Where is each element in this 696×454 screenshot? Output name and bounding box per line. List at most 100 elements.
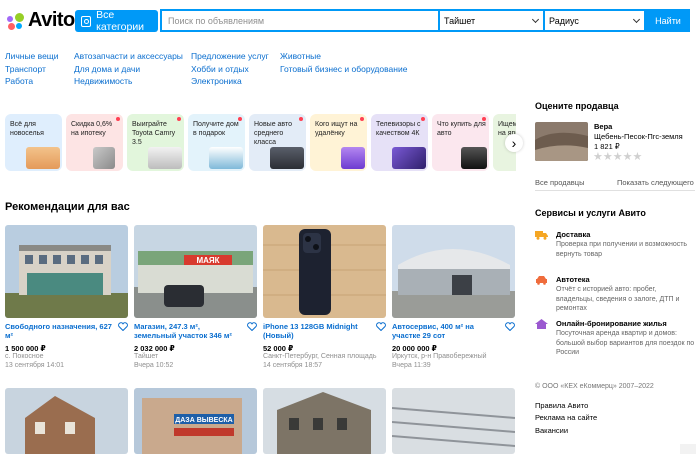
- service-description: Проверка при получении и возможность вер…: [556, 241, 688, 258]
- house-icon: [535, 319, 548, 329]
- tv-icon: [392, 147, 426, 169]
- chevron-right-icon[interactable]: ›: [505, 134, 523, 152]
- heart-icon[interactable]: [505, 322, 515, 331]
- listing-photo[interactable]: [392, 388, 515, 454]
- search-input[interactable]: [162, 11, 438, 30]
- story-card[interactable]: Кого ищут на удалёнку: [310, 114, 367, 171]
- story-card[interactable]: Телевизоры с качеством 4К: [371, 114, 428, 171]
- story-text: Новые авто среднего класса: [254, 121, 293, 146]
- new-dot-icon: [360, 117, 364, 121]
- footer-link-vacancies[interactable]: Вакансии: [535, 426, 568, 435]
- category-link-services[interactable]: Предложение услуг: [191, 50, 280, 63]
- new-dot-icon: [421, 117, 425, 121]
- footer-link-ads[interactable]: Реклама на сайте: [535, 413, 597, 422]
- category-link-electronics[interactable]: Электроника: [191, 75, 280, 88]
- story-card[interactable]: Что купить для авто: [432, 114, 489, 171]
- category-column-4: Животные Готовый бизнес и оборудование: [280, 50, 407, 88]
- heart-icon[interactable]: [247, 322, 257, 331]
- keys-icon: [93, 147, 115, 169]
- new-dot-icon: [299, 117, 303, 121]
- service-name: Онлайн-бронирование жилья: [556, 319, 667, 328]
- categories-icon: [81, 15, 92, 27]
- story-text: Кого ищут на удалёнку: [315, 121, 358, 137]
- category-link-work[interactable]: Работа: [5, 75, 74, 88]
- all-categories-button[interactable]: Все категории: [75, 9, 158, 33]
- story-card[interactable]: Получите дом в подарок: [188, 114, 245, 171]
- listing-photo[interactable]: [263, 388, 386, 454]
- footer-link-rules[interactable]: Правила Авито: [535, 401, 588, 410]
- shop-sign-text: МАЯК: [196, 256, 219, 265]
- find-button[interactable]: Найти: [646, 9, 690, 32]
- service-name: Автотека: [556, 275, 590, 284]
- listing-date: 13 сентября 14:01: [5, 362, 65, 369]
- logo-dots-icon: [6, 11, 26, 31]
- story-text: Получите дом в подарок: [193, 121, 239, 137]
- listing-location: Тайшет: [134, 353, 159, 360]
- service-description: Отчёт с историей авто: пробег, владельцы…: [556, 286, 680, 312]
- service-description: Посуточная аренда квартир и домов: больш…: [556, 330, 695, 356]
- listing-location: Иркутск, р-н Правобережный: [392, 353, 487, 360]
- chevron-down-icon: [531, 15, 540, 23]
- listing-date: 14 сентября 18:57: [263, 362, 323, 369]
- heart-icon[interactable]: [376, 322, 386, 331]
- city-select-value: Тайшет: [444, 15, 476, 26]
- story-text: Выиграйте Toyota Camry 3.5: [132, 121, 176, 146]
- all-categories-label: Все категории: [96, 9, 145, 33]
- avito-logo[interactable]: Avito: [6, 9, 75, 32]
- seller-item: Щебень-Песок-Пгс-земля: [594, 132, 683, 141]
- laptop-icon: [341, 147, 365, 169]
- category-column-3: Предложение услуг Хобби и отдых Электрон…: [191, 50, 280, 88]
- listing-photo[interactable]: [5, 225, 128, 318]
- listing-photo[interactable]: МАЯК: [134, 225, 257, 318]
- story-card[interactable]: Выиграйте Toyota Camry 3.5: [127, 114, 184, 171]
- story-text: Что купить для авто: [437, 121, 486, 137]
- delivery-truck-icon: [535, 231, 548, 240]
- search-bar: Тайшет Радиус: [160, 9, 646, 32]
- category-link-autoparts[interactable]: Автозапчасти и аксессуары: [74, 50, 191, 63]
- story-carousel: Всё для новоселья Скидка 0,6% на ипотеку…: [5, 114, 516, 171]
- seller-photo[interactable]: [535, 122, 588, 161]
- city-select[interactable]: Тайшет: [438, 11, 543, 30]
- listing-photo[interactable]: [263, 225, 386, 318]
- listing-title[interactable]: iPhone 13 128GB Midnight (Новый): [263, 322, 373, 340]
- listing-photo[interactable]: [392, 225, 515, 318]
- listing-title[interactable]: Автосервис, 400 м² на участке 29 сот: [392, 322, 502, 340]
- rating-stars-icon[interactable]: ★★★★★: [593, 150, 642, 163]
- all-sellers-link[interactable]: Все продавцы: [535, 178, 584, 187]
- car-icon: [536, 276, 547, 285]
- listing-title[interactable]: Свободного назначения, 627 м²: [5, 322, 115, 340]
- new-dot-icon: [116, 117, 120, 121]
- story-card[interactable]: Всё для новоселья: [5, 114, 62, 171]
- service-name: Доставка: [556, 230, 591, 239]
- chevron-down-icon: [632, 15, 641, 23]
- show-next-link[interactable]: Показать следующего: [617, 178, 694, 187]
- story-card[interactable]: Новые авто среднего класса: [249, 114, 306, 171]
- category-link-animals[interactable]: Животные: [280, 50, 407, 63]
- car-key-icon: [461, 147, 487, 169]
- listing-title[interactable]: Магазин, 247.3 м², земельный участок 346…: [134, 322, 244, 340]
- listing-price: 20 000 000 ₽: [392, 344, 437, 353]
- car-icon: [148, 147, 182, 169]
- listing-price: 52 000 ₽: [263, 344, 294, 353]
- story-card[interactable]: Скидка 0,6% на ипотеку: [66, 114, 123, 171]
- heart-icon[interactable]: [118, 322, 128, 331]
- new-dot-icon: [482, 117, 486, 121]
- seller-name[interactable]: Вера: [594, 122, 612, 131]
- listing-photo[interactable]: ДАЗА ВЫВЕСКА: [134, 388, 257, 454]
- category-link-personal[interactable]: Личные вещи: [5, 50, 74, 63]
- category-link-home[interactable]: Для дома и дачи: [74, 63, 191, 76]
- radius-select[interactable]: Радиус: [543, 11, 644, 30]
- floating-button[interactable]: [680, 444, 696, 454]
- divider: [535, 190, 695, 191]
- second-row-sign-text: ДАЗА ВЫВЕСКА: [175, 417, 232, 424]
- listing-date: Вчера 10:52: [134, 362, 174, 369]
- category-link-business[interactable]: Готовый бизнес и оборудование: [280, 63, 407, 76]
- listing-photo[interactable]: [5, 388, 128, 454]
- category-link-hobby[interactable]: Хобби и отдых: [191, 63, 280, 76]
- car-icon: [270, 147, 304, 169]
- category-link-transport[interactable]: Транспорт: [5, 63, 74, 76]
- house-icon: [209, 147, 243, 169]
- rate-seller-title: Оцените продавца: [535, 101, 619, 111]
- listing-price: 2 032 000 ₽: [134, 344, 175, 353]
- category-link-realty[interactable]: Недвижимость: [74, 75, 191, 88]
